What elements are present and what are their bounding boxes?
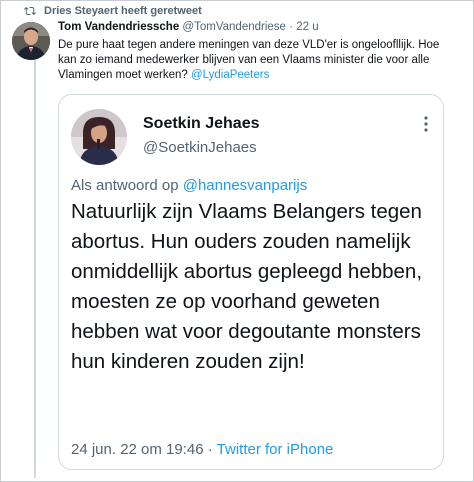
tweet-text: De pure haat tegen andere meningen van d… bbox=[58, 38, 458, 83]
thread-line bbox=[34, 58, 36, 478]
retweet-icon bbox=[24, 6, 36, 16]
quoted-avatar-image bbox=[71, 109, 127, 165]
reply-prefix: Als antwoord op bbox=[71, 177, 183, 194]
reply-mention-link[interactable]: @hannesvanparijs bbox=[183, 177, 307, 194]
quoted-author-name[interactable]: Soetkin Jehaes bbox=[143, 115, 260, 133]
tweet-time[interactable]: 22 u bbox=[296, 21, 318, 33]
reply-context: Als antwoord op @hannesvanparijs bbox=[71, 177, 307, 194]
quoted-tweet-meta: 24 jun. 22 om 19:46 · Twitter for iPhone bbox=[71, 441, 333, 458]
retweet-label[interactable]: Dries Steyaert heeft geretweet bbox=[44, 5, 202, 17]
author-handle[interactable]: @TomVandendriese bbox=[182, 21, 286, 33]
more-options-icon[interactable] bbox=[423, 115, 429, 133]
quoted-tweet-card[interactable]: Soetkin Jehaes @SoetkinJehaes Als antwoo… bbox=[58, 94, 444, 470]
mention-link[interactable]: @LydiaPeeters bbox=[191, 69, 269, 81]
quoted-tweet-text: Natuurlijk zijn Vlaams Belangers tegen a… bbox=[71, 200, 423, 373]
avatar-image bbox=[12, 22, 50, 60]
avatar[interactable] bbox=[12, 22, 50, 60]
separator-dot: · bbox=[289, 21, 293, 33]
meta-separator: · bbox=[203, 441, 217, 458]
quoted-tweet-date[interactable]: 24 jun. 22 om 19:46 bbox=[71, 441, 204, 458]
quoted-author-handle[interactable]: @SoetkinJehaes bbox=[143, 139, 257, 156]
retweet-context: Dries Steyaert heeft geretweet bbox=[24, 4, 202, 18]
quoted-tweet-source[interactable]: Twitter for iPhone bbox=[217, 441, 334, 458]
author-name[interactable]: Tom Vandendriessche bbox=[58, 21, 179, 33]
tweet-header: Tom Vandendriessche @TomVandendriese · 2… bbox=[58, 21, 319, 33]
quoted-avatar[interactable] bbox=[71, 109, 127, 165]
